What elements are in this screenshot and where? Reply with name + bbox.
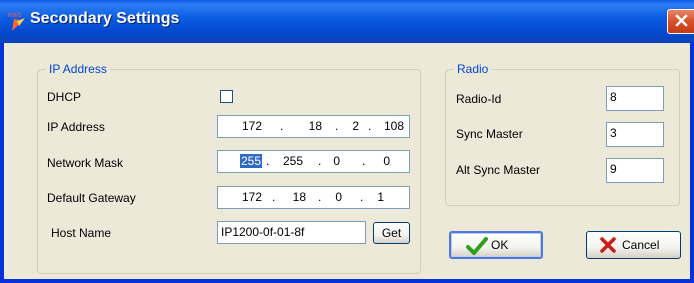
sync-master-label: Sync Master [456, 127, 523, 141]
radio-id-value: 8 [610, 90, 617, 104]
app-icon: KWS [8, 13, 25, 31]
dhcp-checkbox[interactable] [220, 90, 233, 103]
app-icon-badge: KWS [8, 13, 22, 19]
dialog-body: IP Address DHCP IP Address 172 . 18 . 2 … [4, 43, 690, 279]
ok-button[interactable]: OK [449, 231, 543, 259]
ip-address-octet-3[interactable]: 2 [345, 119, 359, 133]
dhcp-label: DHCP [47, 90, 82, 104]
ip-address-label: IP Address [47, 120, 105, 134]
default-gateway-field[interactable]: 172 . 18 . 0 . 1 [217, 186, 410, 209]
dialog-window: KWS Secondary Settings IP Address DHCP I… [0, 0, 694, 283]
radio-id-input[interactable]: 8 [606, 86, 664, 111]
ip-dot: . [360, 190, 364, 204]
host-name-value: IP1200-0f-01-8f [221, 225, 305, 239]
radio-group-legend: Radio [457, 62, 489, 76]
x-icon [600, 237, 616, 253]
network-mask-octet-1[interactable]: 255 [232, 154, 262, 168]
sync-master-input[interactable]: 3 [606, 122, 664, 147]
ip-dot: . [335, 119, 339, 133]
default-gateway-octet-1[interactable]: 172 [232, 190, 262, 204]
cancel-button[interactable]: Cancel [586, 231, 681, 259]
alt-sync-master-value: 9 [610, 162, 617, 176]
get-button-label: Get [381, 226, 402, 240]
close-button[interactable] [667, 9, 694, 34]
ip-dot: . [272, 190, 276, 204]
ip-address-field[interactable]: 172 . 18 . 2 . 108 [217, 115, 410, 138]
ip-address-octet-2[interactable]: 18 [298, 119, 322, 133]
default-gateway-octet-4[interactable]: 1 [370, 190, 384, 204]
default-gateway-octet-3[interactable]: 0 [328, 190, 342, 204]
window-title: Secondary Settings [30, 10, 180, 27]
ip-address-group-legend: IP Address [49, 62, 107, 76]
default-gateway-octet-2[interactable]: 18 [282, 190, 306, 204]
ip-dot: . [280, 119, 284, 133]
radio-id-label: Radio-Id [456, 92, 502, 106]
ip-dot: . [362, 154, 366, 168]
ip-address-octet-1[interactable]: 172 [232, 119, 262, 133]
network-mask-octet-3[interactable]: 0 [326, 154, 340, 168]
host-name-label: Host Name [51, 226, 112, 240]
network-mask-field[interactable]: 255 . 255 . 0 . 0 [217, 150, 410, 173]
ok-button-label: OK [491, 238, 509, 252]
network-mask-octet-1-selected[interactable]: 255 [239, 154, 262, 168]
network-mask-octet-2[interactable]: 255 [273, 154, 303, 168]
ip-dot: . [318, 190, 322, 204]
checkmark-icon [466, 237, 488, 255]
close-icon [675, 14, 688, 27]
network-mask-octet-4[interactable]: 0 [376, 154, 390, 168]
title-bar[interactable]: KWS Secondary Settings [0, 0, 694, 43]
alt-sync-master-label: Alt Sync Master [456, 163, 541, 177]
get-button[interactable]: Get [373, 222, 410, 244]
sync-master-value: 3 [610, 126, 617, 140]
alt-sync-master-input[interactable]: 9 [606, 158, 664, 183]
network-mask-label: Network Mask [47, 156, 124, 170]
ip-address-octet-4[interactable]: 108 [378, 119, 404, 133]
host-name-input[interactable]: IP1200-0f-01-8f [217, 221, 366, 244]
ip-dot: . [318, 154, 322, 168]
ip-dot: . [266, 154, 270, 168]
ip-dot: . [368, 119, 372, 133]
default-gateway-label: Default Gateway [47, 191, 136, 205]
cancel-button-label: Cancel [622, 238, 660, 252]
